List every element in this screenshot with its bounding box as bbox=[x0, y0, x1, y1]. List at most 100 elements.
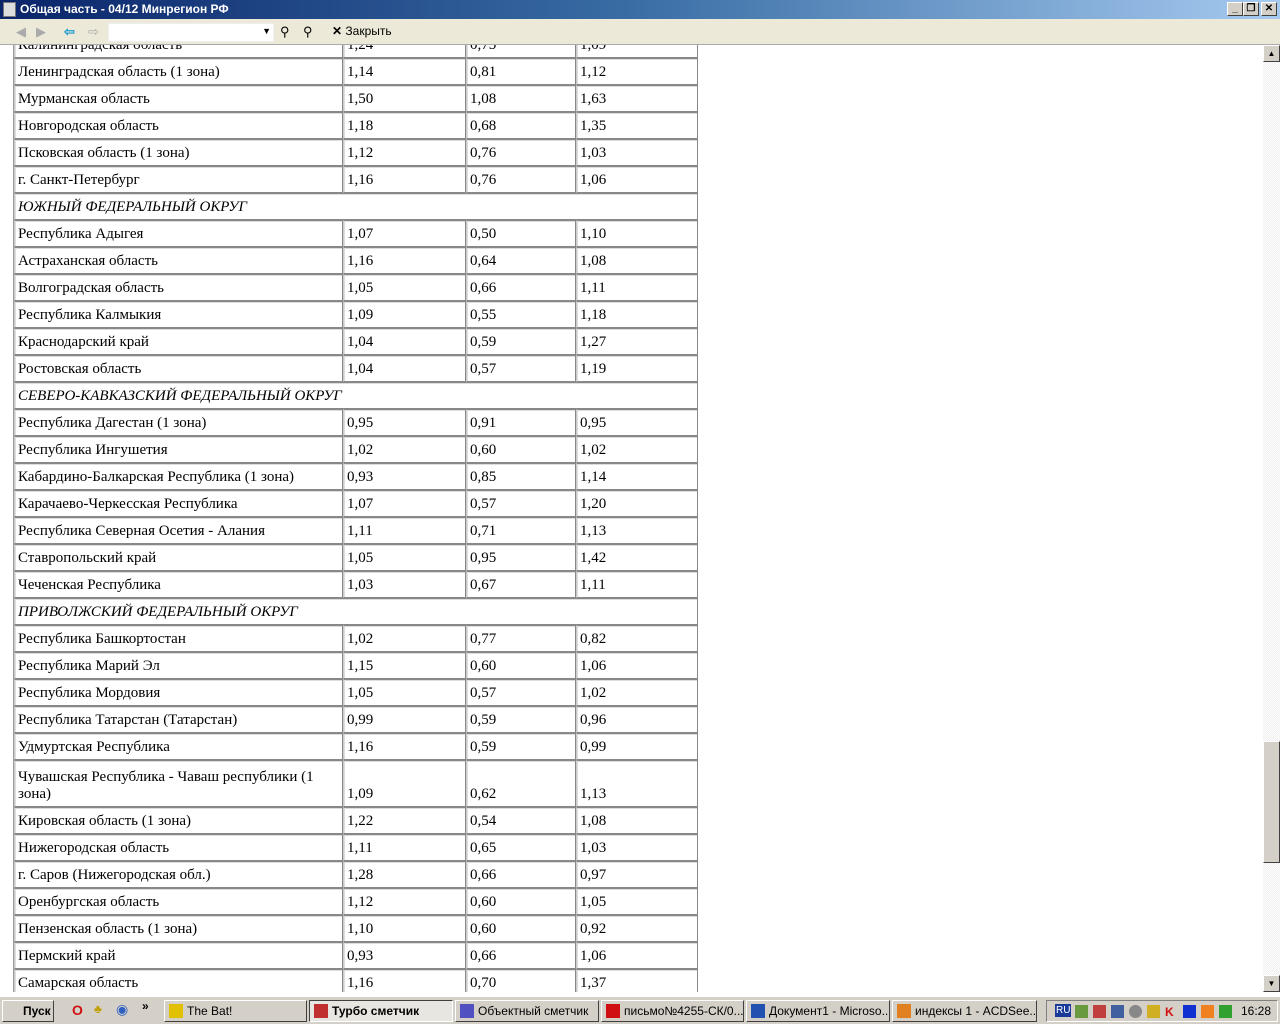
scroll-thumb[interactable] bbox=[1263, 741, 1280, 863]
region-name: Мурманская область bbox=[14, 85, 343, 112]
taskbar-button[interactable]: The Bat! bbox=[164, 1000, 307, 1022]
coefficient-cell: 0,66 bbox=[466, 274, 576, 301]
table-row: Новгородская область 1,18 0,68 1,35 bbox=[14, 112, 698, 139]
warning-icon[interactable] bbox=[1147, 1005, 1160, 1018]
coefficient-cell: 0,55 bbox=[466, 301, 576, 328]
coefficient-cell: 1,09 bbox=[343, 760, 466, 807]
region-name: г. Санкт-Петербург bbox=[14, 166, 343, 193]
taskbar-button[interactable]: письмо№4255-СК/0... bbox=[601, 1000, 744, 1022]
section-title: ЮЖНЫЙ ФЕДЕРАЛЬНЫЙ ОКРУГ bbox=[14, 193, 698, 220]
table-row: Мурманская область 1,50 1,08 1,63 bbox=[14, 85, 698, 112]
region-name: Республика Марий Эл bbox=[14, 652, 343, 679]
coefficient-cell: 1,24 bbox=[343, 45, 466, 58]
tray-icon[interactable] bbox=[1129, 1005, 1142, 1018]
network-icon[interactable] bbox=[1111, 1005, 1124, 1018]
coefficient-cell: 0,82 bbox=[576, 625, 698, 652]
table-row: Самарская область 1,16 0,70 1,37 bbox=[14, 969, 698, 992]
region-name: Удмуртская Республика bbox=[14, 733, 343, 760]
close-label: Закрыть bbox=[345, 24, 392, 38]
coefficient-cell: 1,07 bbox=[343, 490, 466, 517]
region-name: Пензенская область (1 зона) bbox=[14, 915, 343, 942]
coefficient-cell: 1,15 bbox=[343, 652, 466, 679]
find-next-icon[interactable]: ⚲ bbox=[303, 24, 313, 40]
prev-arrow-icon[interactable]: ⇦ bbox=[64, 24, 75, 40]
minimize-button[interactable]: _ bbox=[1227, 2, 1243, 16]
player-icon[interactable] bbox=[1183, 1005, 1196, 1018]
start-button[interactable]: Пуск bbox=[2, 1000, 54, 1022]
app-quicklaunch-icon[interactable]: ♣ bbox=[94, 1002, 102, 1016]
restore-button[interactable]: ❐ bbox=[1243, 2, 1259, 16]
taskbar-button[interactable]: Объектный сметчик bbox=[455, 1000, 599, 1022]
coefficient-cell: 1,05 bbox=[343, 274, 466, 301]
coefficient-cell: 1,27 bbox=[576, 328, 698, 355]
search-combobox[interactable]: ▼ bbox=[108, 23, 274, 42]
taskbar-button[interactable]: Турбо сметчик bbox=[309, 1000, 453, 1022]
coefficient-cell: 1,20 bbox=[576, 490, 698, 517]
coefficient-cell: 1,03 bbox=[576, 139, 698, 166]
coefficient-cell: 1,14 bbox=[343, 58, 466, 85]
antivirus-icon[interactable]: K bbox=[1165, 1005, 1178, 1019]
section-row: СЕВЕРО-КАВКАЗСКИЙ ФЕДЕРАЛЬНЫЙ ОКРУГ bbox=[14, 382, 698, 409]
language-indicator[interactable]: RU bbox=[1055, 1004, 1072, 1017]
close-icon: ✕ bbox=[332, 24, 343, 38]
quicklaunch-more[interactable]: » bbox=[142, 999, 149, 1013]
coefficient-cell: 0,59 bbox=[466, 706, 576, 733]
coefficient-cell: 1,08 bbox=[466, 85, 576, 112]
coefficient-cell: 1,09 bbox=[576, 45, 698, 58]
coefficient-cell: 0,95 bbox=[466, 544, 576, 571]
region-name: Чувашская Республика - Чаваш республики … bbox=[14, 760, 343, 807]
vertical-scrollbar[interactable]: ▲ ▼ bbox=[1263, 45, 1280, 992]
taskbar-button[interactable]: Документ1 - Microso... bbox=[746, 1000, 890, 1022]
opera-icon[interactable]: O bbox=[72, 1002, 83, 1018]
region-name: Республика Дагестан (1 зона) bbox=[14, 409, 343, 436]
coefficient-cell: 1,07 bbox=[343, 220, 466, 247]
section-row: ПРИВОЛЖСКИЙ ФЕДЕРАЛЬНЫЙ ОКРУГ bbox=[14, 598, 698, 625]
app-icon bbox=[460, 1004, 474, 1018]
table-row: Республика Татарстан (Татарстан) 0,99 0,59… bbox=[14, 706, 698, 733]
section-title: ПРИВОЛЖСКИЙ ФЕДЕРАЛЬНЫЙ ОКРУГ bbox=[14, 598, 698, 625]
document-view: Калининградская область 1,24 0,75 1,09 Ленин… bbox=[0, 45, 1263, 992]
coefficient-cell: 0,93 bbox=[343, 942, 466, 969]
region-name: Оренбургская область bbox=[14, 888, 343, 915]
region-name: Ростовская область bbox=[14, 355, 343, 382]
region-name: Республика Калмыкия bbox=[14, 301, 343, 328]
region-name: Пермский край bbox=[14, 942, 343, 969]
dropdown-arrow-icon[interactable]: ▼ bbox=[262, 26, 271, 36]
table-row: Псковская область (1 зона) 1,12 0,76 1,03 bbox=[14, 139, 698, 166]
window-title: Общая часть - 04/12 Минрегион РФ bbox=[20, 2, 229, 16]
table-row: г. Саров (Нижегородская обл.) 1,28 0,66 0,9… bbox=[14, 861, 698, 888]
tray-icon[interactable] bbox=[1093, 1005, 1106, 1018]
coefficient-cell: 1,12 bbox=[343, 139, 466, 166]
taskbar-button[interactable]: индексы 1 - ACDSee... bbox=[892, 1000, 1037, 1022]
coefficient-cell: 1,63 bbox=[576, 85, 698, 112]
table-row: Нижегородская область 1,11 0,65 1,03 bbox=[14, 834, 698, 861]
close-window-button[interactable]: ✕ bbox=[1261, 2, 1277, 16]
forward-icon[interactable]: ▶ bbox=[36, 24, 46, 40]
region-name: Ставропольский край bbox=[14, 544, 343, 571]
tray-icon[interactable] bbox=[1219, 1005, 1232, 1018]
find-icon[interactable]: ⚲ bbox=[280, 24, 290, 40]
coefficient-cell: 1,11 bbox=[576, 274, 698, 301]
coefficient-cell: 0,60 bbox=[466, 652, 576, 679]
close-button[interactable]: ✕ Закрыть bbox=[332, 24, 392, 38]
coefficient-cell: 1,05 bbox=[343, 679, 466, 706]
table-row: Чувашская Республика - Чаваш республики … bbox=[14, 760, 698, 807]
tray-icon[interactable] bbox=[1201, 1005, 1214, 1018]
next-arrow-icon[interactable]: ⇨ bbox=[88, 24, 99, 40]
task-label: Турбо сметчик bbox=[332, 1004, 420, 1018]
coefficient-cell: 0,77 bbox=[466, 625, 576, 652]
scroll-up-button[interactable]: ▲ bbox=[1263, 45, 1280, 62]
coefficient-cell: 1,03 bbox=[343, 571, 466, 598]
coefficient-cell: 0,71 bbox=[466, 517, 576, 544]
app-icon bbox=[897, 1004, 911, 1018]
coefficient-cell: 1,14 bbox=[576, 463, 698, 490]
coefficient-cell: 1,11 bbox=[343, 517, 466, 544]
coefficient-cell: 0,81 bbox=[466, 58, 576, 85]
back-icon[interactable]: ◀ bbox=[16, 24, 26, 40]
table-row: Чеченская Республика 1,03 0,67 1,11 bbox=[14, 571, 698, 598]
media-player-icon[interactable]: ◉ bbox=[116, 1001, 128, 1018]
region-name: Самарская область bbox=[14, 969, 343, 992]
coefficient-cell: 0,60 bbox=[466, 436, 576, 463]
scroll-down-button[interactable]: ▼ bbox=[1263, 975, 1280, 992]
tray-icon[interactable] bbox=[1075, 1005, 1088, 1018]
